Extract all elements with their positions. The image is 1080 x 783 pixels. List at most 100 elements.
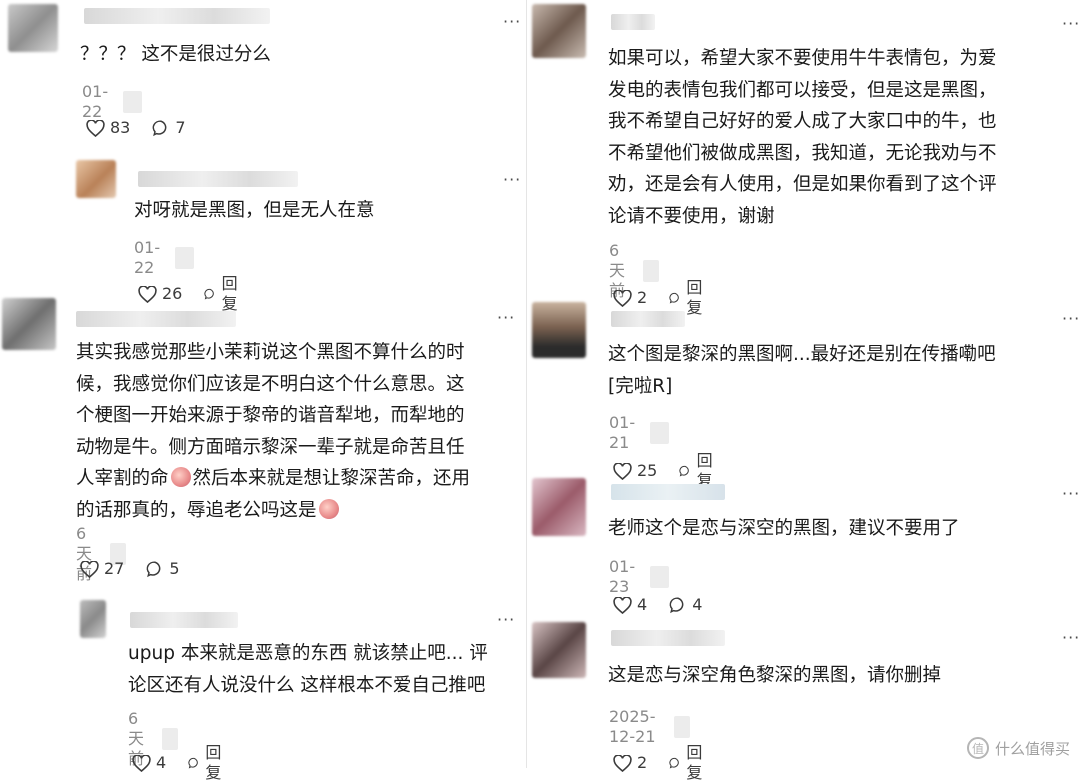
reply-button[interactable]: 回复	[204, 274, 243, 314]
avatar[interactable]	[532, 622, 586, 678]
comment-meta: 01-22	[134, 238, 195, 278]
comment-actions: 83 7	[86, 118, 186, 138]
like-count: 83	[110, 118, 131, 137]
watermark: 值 什么值得买	[966, 737, 1070, 759]
reply-label: 回复	[686, 743, 703, 782]
emoji-icon	[170, 467, 191, 487]
comment-text: 对呀就是黑图，但是无人在意	[134, 200, 375, 221]
heart-icon	[613, 462, 632, 480]
reply-button[interactable]: 回复	[188, 743, 227, 783]
ip-location	[650, 422, 670, 444]
more-options-icon[interactable]: ···	[503, 14, 521, 30]
like-count: 2	[637, 288, 648, 307]
ip-location	[673, 716, 690, 738]
more-options-icon[interactable]: ···	[1062, 630, 1080, 646]
avatar[interactable]	[80, 600, 106, 638]
avatar[interactable]	[2, 298, 56, 350]
reply-button[interactable]: 回复	[669, 743, 708, 783]
ip-location	[650, 566, 670, 588]
like-button[interactable]: 26	[138, 284, 182, 304]
avatar[interactable]	[532, 302, 586, 358]
like-count: 27	[104, 559, 125, 578]
comment-time: 2025-12-21	[609, 707, 656, 746]
username[interactable]	[130, 612, 238, 628]
heart-icon	[132, 754, 151, 772]
comment-text: 老师这个是恋与深空的黑图，建议不要用了	[608, 518, 960, 539]
emoji-icon	[318, 498, 339, 519]
comment-time: 01-23	[609, 557, 636, 596]
username[interactable]	[138, 171, 298, 187]
username[interactable]	[611, 484, 725, 500]
heart-icon	[613, 754, 632, 772]
like-button[interactable]: 83	[86, 118, 130, 138]
more-options-icon[interactable]: ···	[1062, 311, 1080, 327]
watermark-logo-icon: 值	[966, 737, 989, 759]
like-button[interactable]: 27	[80, 559, 124, 579]
comment-actions: 27 5	[80, 559, 180, 579]
ip-location	[123, 91, 143, 113]
like-button[interactable]: 2	[613, 288, 647, 308]
heart-icon	[138, 285, 157, 303]
comment-bubble-icon	[669, 292, 679, 304]
comment-actions: 4 4	[613, 595, 702, 615]
comment-meta: 01-21	[609, 413, 670, 453]
comment-bubble-icon	[146, 561, 161, 578]
like-button[interactable]: 2	[613, 753, 647, 773]
reply-count: 4	[692, 595, 703, 614]
comment-bubble-icon	[679, 465, 690, 477]
comment-text: 如果可以，希望大家不要使用牛牛表情包，为爱 发电的表情包我们都可以接受，但是这是…	[608, 48, 997, 227]
comment-bubble-icon	[669, 757, 679, 769]
username[interactable]	[611, 630, 725, 646]
avatar[interactable]	[8, 4, 58, 52]
avatar[interactable]	[76, 160, 116, 198]
ip-location	[175, 247, 195, 269]
comment-text: 这个图是黎深的黑图啊...最好还是别在传播嘞吧 [完啦R]	[608, 344, 996, 397]
reply-button[interactable]: 5	[146, 559, 180, 579]
like-count: 2	[637, 753, 648, 772]
avatar[interactable]	[532, 4, 586, 58]
comment-meta: 01-23	[609, 557, 670, 597]
username[interactable]	[611, 14, 655, 30]
more-options-icon[interactable]: ···	[1062, 486, 1080, 502]
avatar[interactable]	[532, 478, 586, 536]
right-comment-column: ··· 如果可以，希望大家不要使用牛牛表情包，为爱 发电的表情包我们都可以接受，…	[527, 0, 1080, 782]
comment-bubble-icon	[204, 288, 215, 300]
more-options-icon[interactable]: ···	[503, 172, 521, 188]
comment-time: 01-22	[82, 82, 109, 121]
reply-button[interactable]: 4	[669, 595, 702, 615]
like-count: 4	[637, 595, 648, 614]
more-options-icon[interactable]: ···	[497, 612, 515, 628]
comment-text: 这是恋与深空角色黎深的黑图，请你删掉	[608, 665, 942, 686]
username[interactable]	[84, 8, 270, 24]
reply-label: 回复	[205, 743, 222, 782]
comment-meta: 2025-12-21	[609, 707, 690, 747]
comment-actions: 26 回复	[138, 274, 243, 314]
comment-actions: 4 回复	[132, 743, 227, 783]
like-button[interactable]: 4	[613, 595, 647, 615]
comment-text: 其实我感觉那些小茉莉说这个黑图不算什么的时 候，我感觉你们应该是不明白这个什么意…	[76, 342, 471, 521]
reply-count: 7	[175, 118, 186, 137]
reply-button[interactable]: 7	[152, 118, 186, 138]
heart-icon	[613, 289, 632, 307]
like-button[interactable]: 4	[132, 753, 166, 773]
heart-icon	[80, 560, 99, 578]
comment-bubble-icon	[152, 120, 167, 137]
more-options-icon[interactable]: ···	[497, 310, 515, 326]
comment-actions: 2 回复	[613, 743, 708, 783]
watermark-text: 什么值得买	[994, 739, 1070, 758]
username[interactable]	[611, 311, 685, 327]
heart-icon	[86, 119, 105, 137]
left-comment-column: ··· ？？？ 这不是很过分么 01-22 83 7 ··· 对呀就是黑图，但是…	[0, 0, 526, 782]
more-options-icon[interactable]: ···	[1062, 16, 1080, 32]
comment-time: 01-22	[134, 238, 161, 277]
like-count: 26	[162, 284, 183, 303]
comment-text: upup 本来就是恶意的东西 就该禁止吧... 评 论区还有人说没什么 这样根本…	[128, 643, 488, 696]
username[interactable]	[76, 311, 236, 327]
heart-icon	[613, 596, 632, 614]
comment-bubble-icon	[669, 597, 684, 614]
like-count: 25	[637, 461, 658, 480]
reply-label: 回复	[686, 278, 703, 317]
like-button[interactable]: 25	[613, 461, 657, 481]
comment-bubble-icon	[188, 757, 198, 769]
reply-label: 回复	[221, 274, 238, 313]
